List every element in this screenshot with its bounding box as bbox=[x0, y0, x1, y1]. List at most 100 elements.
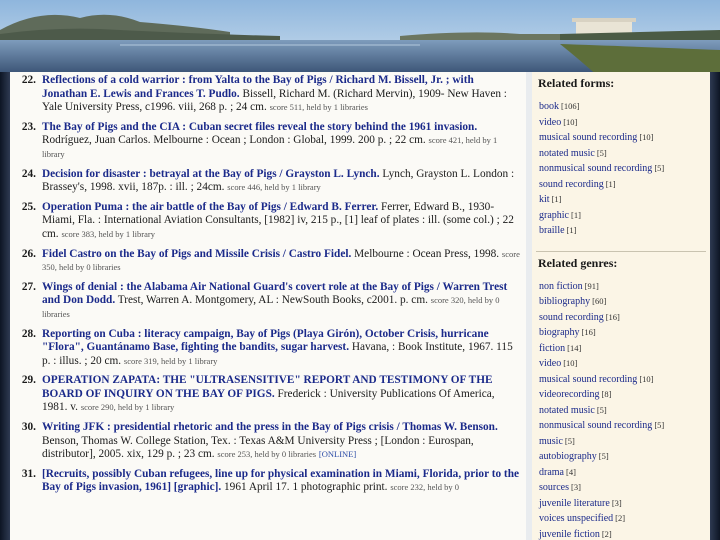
facet-label[interactable]: book bbox=[539, 101, 559, 112]
facet-item[interactable]: bibliography [60] bbox=[539, 294, 710, 310]
facet-item[interactable]: drama [4] bbox=[539, 465, 710, 481]
facet-item[interactable]: voices unspecified [2] bbox=[539, 511, 710, 527]
result-item: 27. Wings of denial : the Alabama Air Nat… bbox=[10, 281, 526, 322]
search-results-panel: 22. Reflections of a cold warrior : from … bbox=[10, 72, 526, 540]
facet-label[interactable]: video bbox=[539, 358, 561, 369]
facet-count: [91] bbox=[584, 280, 599, 291]
header-banner-photo bbox=[0, 0, 720, 78]
facet-item[interactable]: video [10] bbox=[539, 356, 710, 372]
facet-count: [1] bbox=[566, 225, 577, 235]
result-title-link[interactable]: The Bay of Pigs and the CIA : Cuban secr… bbox=[42, 121, 477, 133]
result-item: 25. Operation Puma : the air battle of th… bbox=[10, 201, 526, 242]
result-number: 29. bbox=[21, 374, 36, 387]
facet-item[interactable]: musical sound recording [10] bbox=[539, 130, 710, 146]
facet-item[interactable]: videorecording [8] bbox=[539, 387, 710, 403]
facet-count: [10] bbox=[639, 373, 654, 384]
facet-item[interactable]: musical sound recording [10] bbox=[539, 372, 710, 388]
facet-count: [106] bbox=[561, 101, 580, 111]
facet-item[interactable]: sound recording [1] bbox=[539, 177, 710, 193]
facet-item[interactable]: sound recording [16] bbox=[539, 310, 710, 326]
facet-item[interactable]: video [10] bbox=[539, 115, 710, 131]
facet-count: [16] bbox=[581, 327, 596, 337]
result-title-link[interactable]: Decision for disaster : betrayal at the … bbox=[42, 168, 380, 180]
facet-count: [10] bbox=[563, 358, 578, 368]
result-item: 24. Decision for disaster : betrayal at t… bbox=[10, 168, 526, 195]
facet-item[interactable]: book [106] bbox=[539, 99, 710, 115]
facet-item[interactable]: graphic [1] bbox=[539, 208, 710, 224]
result-item: 26. Fidel Castro on the Bay of Pigs and M… bbox=[10, 248, 526, 275]
result-item: 28. Reporting on Cuba : literacy campaign… bbox=[10, 328, 526, 369]
facet-label[interactable]: fiction bbox=[539, 343, 565, 354]
facet-count: [5] bbox=[654, 420, 665, 430]
facet-item[interactable]: notated music [5] bbox=[539, 403, 710, 419]
result-item: 30. Writing JFK : presidential rhetoric a… bbox=[10, 421, 526, 462]
left-frame bbox=[0, 72, 10, 540]
facet-count: [60] bbox=[592, 296, 607, 306]
facet-item[interactable]: nonmusical sound recording [5] bbox=[539, 418, 710, 434]
facet-count: [2] bbox=[601, 528, 612, 539]
facet-item[interactable]: non fiction [91] bbox=[539, 279, 710, 295]
result-title-link[interactable]: Writing JFK : presidential rhetoric and … bbox=[42, 421, 498, 433]
facet-label[interactable]: bibliography bbox=[539, 296, 590, 307]
facet-label[interactable]: nonmusical sound recording bbox=[539, 163, 652, 174]
result-score: score 446, held by 1 library bbox=[227, 182, 321, 193]
facet-item[interactable]: fiction [14] bbox=[539, 341, 710, 357]
facet-count: [5] bbox=[596, 404, 607, 415]
facet-item[interactable]: autobiography [5] bbox=[539, 449, 710, 465]
result-number: 26. bbox=[21, 247, 36, 260]
facet-label[interactable]: sound recording bbox=[539, 312, 604, 323]
result-description: 1961 April 17. 1 photographic print. bbox=[224, 481, 388, 494]
facet-item[interactable]: music [5] bbox=[539, 434, 710, 450]
result-score: score 319, held by 1 library bbox=[123, 355, 218, 366]
online-link[interactable]: [ONLINE] bbox=[319, 449, 356, 459]
facet-count: [3] bbox=[571, 482, 581, 492]
result-score: score 383, held by 1 library bbox=[61, 228, 155, 239]
facet-count: [1] bbox=[551, 194, 562, 204]
related-genres-heading: Related genres: bbox=[538, 255, 618, 270]
facet-label[interactable]: video bbox=[539, 117, 561, 128]
facet-label[interactable]: braille bbox=[539, 225, 565, 236]
facet-count: [5] bbox=[654, 163, 665, 173]
result-score: score 290, held by 1 library bbox=[80, 402, 175, 413]
result-description: Trest, Warren A. Montgomery, AL : NewSou… bbox=[117, 294, 428, 307]
facet-label[interactable]: notated music bbox=[539, 148, 595, 159]
result-number: 22. bbox=[21, 74, 36, 86]
facet-label[interactable]: autobiography bbox=[539, 451, 597, 462]
facet-label[interactable]: musical sound recording bbox=[539, 374, 637, 385]
facet-label[interactable]: non fiction bbox=[539, 281, 583, 292]
result-number: 31. bbox=[21, 467, 36, 480]
facet-item[interactable]: nonmusical sound recording [5] bbox=[539, 161, 710, 177]
facet-count: [10] bbox=[563, 116, 578, 127]
facet-label[interactable]: sources bbox=[539, 482, 569, 493]
facet-count: [5] bbox=[598, 451, 609, 461]
facet-item[interactable]: kit [1] bbox=[539, 192, 710, 208]
result-score: score 253, held by 0 libraries bbox=[217, 449, 317, 460]
facet-label[interactable]: sound recording bbox=[539, 179, 604, 190]
facet-label[interactable]: kit bbox=[539, 194, 550, 205]
facet-item[interactable]: juvenile fiction [2] bbox=[539, 527, 710, 540]
facet-label[interactable]: notated music bbox=[539, 405, 595, 416]
facet-label[interactable]: graphic bbox=[539, 210, 569, 221]
facet-label[interactable]: biography bbox=[539, 327, 580, 338]
result-title-link[interactable]: Fidel Castro on the Bay of Pigs and Miss… bbox=[42, 248, 351, 260]
facet-label[interactable]: nonmusical sound recording bbox=[539, 420, 652, 431]
facet-label[interactable]: juvenile literature bbox=[539, 498, 610, 509]
result-title-link[interactable]: Operation Puma : the air battle of the B… bbox=[42, 201, 378, 213]
facet-item[interactable]: braille [1] bbox=[539, 223, 710, 239]
facet-item[interactable]: juvenile literature [3] bbox=[539, 496, 710, 512]
result-description: Rodríguez, Juan Carlos. Melbourne : Ocea… bbox=[42, 134, 426, 147]
result-number: 23. bbox=[21, 120, 36, 133]
facet-label[interactable]: videorecording bbox=[539, 389, 600, 400]
facet-label[interactable]: drama bbox=[539, 467, 564, 478]
facet-label[interactable]: musical sound recording bbox=[539, 132, 637, 143]
result-item: 22. Reflections of a cold warrior : from … bbox=[10, 74, 526, 115]
result-score: score 511, held by 1 libraries bbox=[269, 102, 368, 113]
facet-label[interactable]: juvenile fiction bbox=[539, 529, 600, 540]
facet-item[interactable]: notated music [5] bbox=[539, 146, 710, 162]
facet-item[interactable]: sources [3] bbox=[539, 480, 710, 496]
result-number: 30. bbox=[21, 421, 36, 434]
facet-label[interactable]: voices unspecified bbox=[539, 513, 613, 524]
facet-label[interactable]: music bbox=[539, 436, 563, 447]
facet-item[interactable]: biography [16] bbox=[539, 325, 710, 341]
related-genres-list: non fiction [91] bibliography [60] sound rec… bbox=[532, 279, 710, 540]
